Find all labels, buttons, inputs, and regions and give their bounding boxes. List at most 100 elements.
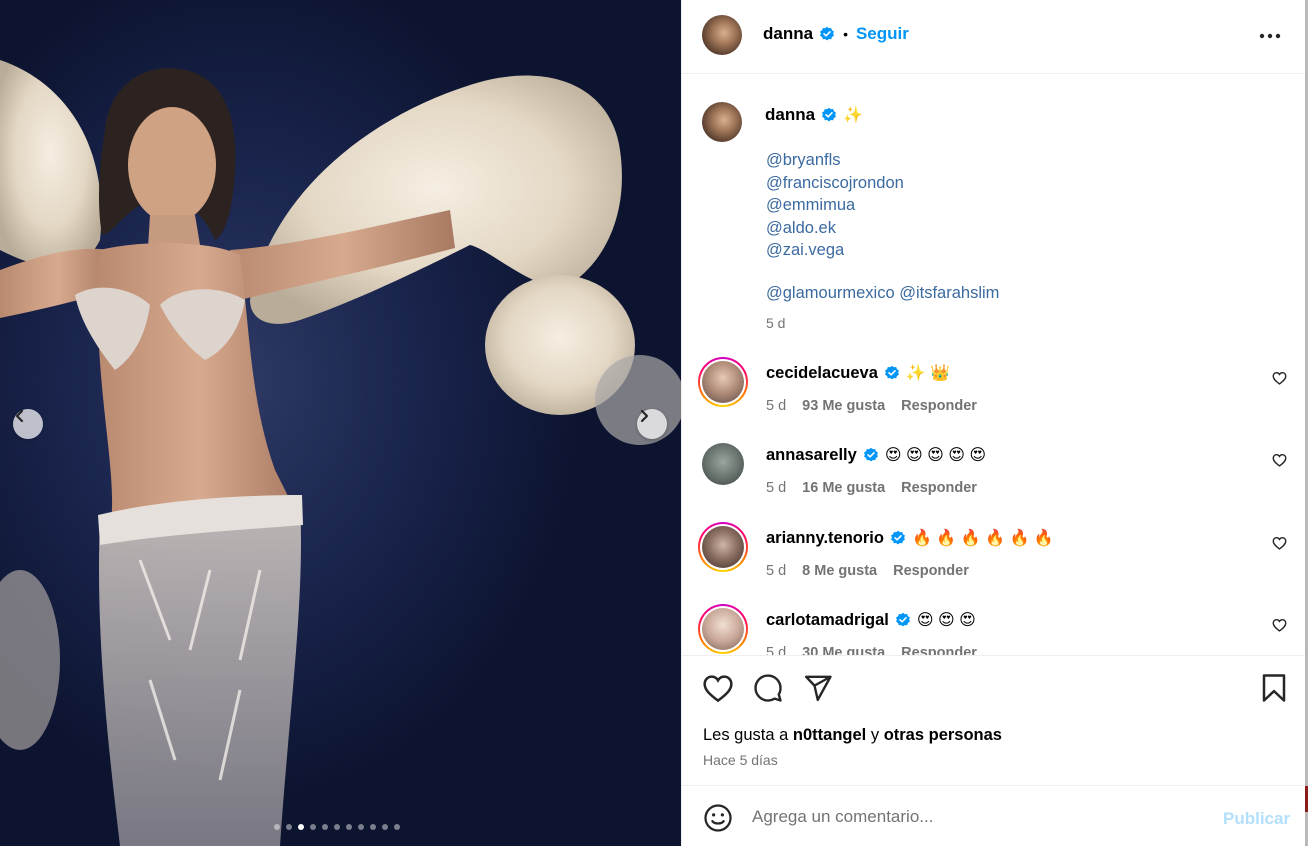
more-options-button[interactable] [1258,24,1282,48]
follow-button[interactable]: Seguir [856,24,909,44]
comment-likes[interactable]: 30 Me gusta [802,645,885,655]
post-date[interactable]: Hace 5 días [703,752,778,768]
caption-mention-link[interactable]: @franciscojrondon [766,172,904,195]
caption-author-avatar[interactable] [702,102,742,142]
caption-timestamp[interactable]: 5 d [766,315,785,331]
bookmark-icon [1262,674,1286,702]
comment-item: arianny.tenorio 🔥 🔥 🔥 🔥 🔥 🔥 5 d 8 Me gus… [682,522,1306,592]
comment-avatar[interactable] [698,357,748,407]
heart-icon [1272,618,1287,632]
like-button[interactable] [702,673,734,708]
caption-author-username[interactable]: danna [765,105,815,125]
slide-dot [358,824,364,830]
caption-mention-link[interactable]: @bryanfls [766,149,904,172]
author-avatar[interactable] [702,15,742,55]
caption-mentions: @bryanfls @franciscojrondon @emmimua @al… [766,149,904,262]
comment-bubble-icon [754,674,782,702]
slide-dot [322,824,328,830]
reply-button[interactable]: Responder [901,398,977,414]
caption-mention-link[interactable]: @glamourmexico [766,284,895,302]
paper-plane-icon [804,675,832,702]
comment-username[interactable]: annasarelly [766,446,857,465]
verified-badge-icon [822,107,836,122]
comment-like-button[interactable] [1272,618,1287,637]
heart-icon [1272,453,1287,467]
caption-extra-mentions: @glamourmexico @itsfarahslim [766,284,999,303]
comment-time[interactable]: 5 d [766,398,786,414]
comment-text: 🔥 🔥 🔥 🔥 🔥 🔥 [911,530,1054,547]
verified-badge-icon [820,26,834,41]
slide-dot [370,824,376,830]
comment-time[interactable]: 5 d [766,645,786,655]
slide-dot [310,824,316,830]
slide-dot [382,824,388,830]
post-actions: Les gusta a n0ttangel y otras personas H… [682,655,1306,785]
comment-time[interactable]: 5 d [766,563,786,579]
share-button[interactable] [803,673,833,708]
comments-list[interactable]: danna ✨ @bryanfls @franciscojrondon @emm… [682,75,1306,655]
comment-username[interactable]: arianny.tenorio [766,529,884,548]
caption-mention-link[interactable]: @aldo.ek [766,217,904,240]
comment-like-button[interactable] [1272,536,1287,555]
comment-likes[interactable]: 93 Me gusta [802,398,885,414]
caption-mention-link[interactable]: @emmimua [766,194,904,217]
post-media[interactable] [0,0,681,846]
comment-item: cecidelacueva ✨ 👑 5 d 93 Me gusta Respon… [682,357,1306,427]
comment-likes[interactable]: 8 Me gusta [802,563,877,579]
post-details-panel: danna • Seguir danna ✨ @bryanfls @franci… [681,0,1306,846]
comment-text: 😍 😍 😍 😍 😍 [884,447,986,464]
chevron-right-icon [640,409,649,423]
smiley-icon [704,804,732,832]
comment-avatar[interactable] [698,522,748,572]
likes-others-link[interactable]: otras personas [884,726,1002,744]
slide-dot [346,824,352,830]
caption-mention-link[interactable]: @zai.vega [766,239,904,262]
slide-dot [334,824,340,830]
author-username[interactable]: danna [763,24,813,44]
comment-username[interactable]: carlotamadrigal [766,611,889,630]
comment-item: carlotamadrigal 😍 😍 😍 5 d 30 Me gusta Re… [682,604,1306,655]
next-slide-button[interactable] [637,409,667,439]
heart-icon [1272,371,1287,385]
slide-dot-active [298,824,304,830]
post-header: danna • Seguir [682,0,1306,74]
verified-badge-icon [891,530,905,545]
comment-input[interactable] [752,804,1172,830]
reply-button[interactable]: Responder [901,480,977,496]
comment-item: annasarelly 😍 😍 😍 😍 😍 5 d 16 Me gusta Re… [682,439,1306,509]
likes-summary[interactable]: Les gusta a n0ttangel y otras personas [703,726,1002,745]
comment-button[interactable] [753,673,783,708]
more-horizontal-icon [1259,33,1281,39]
caption-emoji: ✨ [843,107,863,124]
publish-button[interactable]: Publicar [1223,809,1290,829]
comment-likes[interactable]: 16 Me gusta [802,480,885,496]
slide-indicator [274,824,400,830]
verified-badge-icon [895,612,910,627]
slide-dot [286,824,292,830]
comment-like-button[interactable] [1272,453,1287,472]
verified-badge-icon [885,365,899,380]
comment-time[interactable]: 5 d [766,480,786,496]
comment-username[interactable]: cecidelacueva [766,364,878,383]
heart-icon [1272,536,1287,550]
heart-icon [703,675,733,703]
comment-avatar[interactable] [702,443,744,485]
likes-join: y [870,726,880,744]
previous-slide-button[interactable] [13,409,43,439]
comment-composer: Publicar [682,785,1306,846]
header-separator: • [843,26,848,42]
post-photo [0,60,681,846]
slide-dot [274,824,280,830]
comment-avatar[interactable] [698,604,748,654]
save-button[interactable] [1260,673,1288,708]
caption-mention-link[interactable]: @itsfarahslim [899,284,999,302]
comment-text: ✨ 👑 [905,365,951,382]
emoji-picker-button[interactable] [703,803,733,838]
comment-like-button[interactable] [1272,371,1287,390]
reply-button[interactable]: Responder [893,563,969,579]
comment-text: 😍 😍 😍 [916,612,976,629]
slide-dot [394,824,400,830]
likes-user-link[interactable]: n0ttangel [793,726,866,744]
reply-button[interactable]: Responder [901,645,977,655]
chevron-left-icon [15,409,24,423]
